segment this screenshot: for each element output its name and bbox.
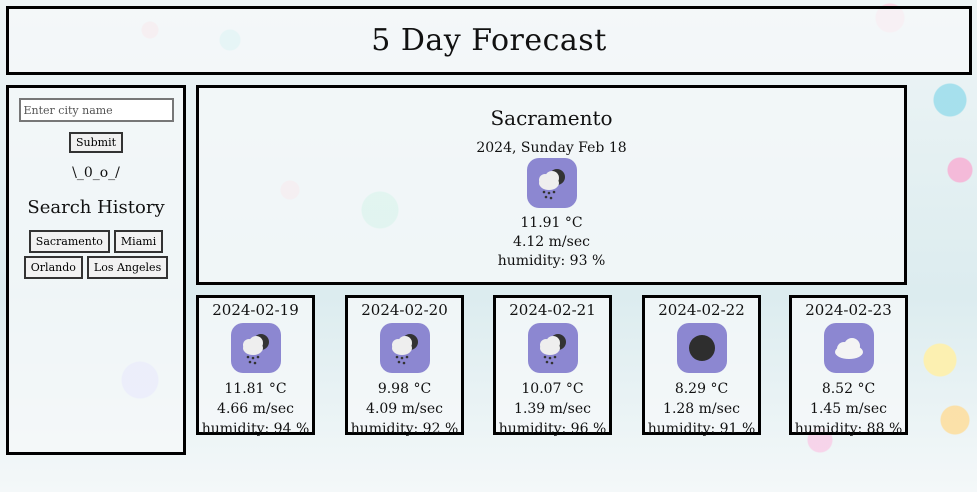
forecast-temperature: 11.81 °C: [224, 381, 287, 397]
page-title: 5 Day Forecast: [371, 23, 607, 58]
history-button-sacramento[interactable]: Sacramento: [28, 230, 110, 253]
forecast-temperature: 10.07 °C: [521, 381, 584, 397]
forecast-temperature: 8.29 °C: [674, 381, 729, 397]
forecast-wind: 1.39 m/sec: [514, 401, 591, 417]
city-search-input[interactable]: [18, 98, 174, 122]
forecast-date: 2024-02-20: [361, 301, 448, 319]
forecast-card: 2024-02-19 11.81 °C 4.66 m/sec humidity:…: [196, 295, 315, 437]
forecast-humidity: humidity: 94 %: [201, 421, 310, 437]
shrug-text: \_0_o_/: [72, 165, 120, 181]
current-date: 2024, Sunday Feb 18: [476, 140, 627, 156]
forecast-wind: 1.28 m/sec: [663, 401, 740, 417]
forecast-humidity: humidity: 91 %: [647, 421, 756, 437]
forecast-humidity: humidity: 92 %: [350, 421, 459, 437]
submit-button[interactable]: Submit: [68, 132, 124, 153]
forecast-wind: 4.09 m/sec: [366, 401, 443, 417]
forecast-humidity: humidity: 96 %: [498, 421, 607, 437]
forecast-wind: 1.45 m/sec: [810, 401, 887, 417]
search-history-title: Search History: [27, 197, 165, 218]
search-history-list: Sacramento Miami Orlando Los Angeles: [11, 230, 181, 279]
forecast-date: 2024-02-23: [805, 301, 892, 319]
current-temperature: 11.91 °C: [520, 215, 583, 231]
history-button-orlando[interactable]: Orlando: [23, 256, 83, 279]
current-city: Sacramento: [490, 106, 613, 130]
cloud-rain-icon: [379, 323, 430, 373]
forecast-temperature: 8.52 °C: [821, 381, 876, 397]
current-weather-card: Sacramento 2024, Sunday Feb 18 11.91 °C …: [196, 85, 907, 285]
cloud-rain-icon: [526, 158, 577, 208]
forecast-date: 2024-02-19: [212, 301, 299, 319]
forecast-card: 2024-02-23 8.52 °C 1.45 m/sec humidity: …: [789, 295, 908, 437]
forecast-humidity: humidity: 88 %: [794, 421, 903, 437]
dark-circle-icon: [676, 323, 727, 373]
history-button-miami[interactable]: Miami: [113, 230, 164, 253]
forecast-card: 2024-02-20 9.98 °C 4.09 m/sec humidity: …: [345, 295, 464, 437]
forecast-date: 2024-02-21: [509, 301, 596, 319]
header-banner: 5 Day Forecast: [6, 6, 972, 75]
cloud-rain-icon: [230, 323, 281, 373]
current-wind: 4.12 m/sec: [513, 234, 590, 250]
forecast-temperature: 9.98 °C: [377, 381, 432, 397]
cloud-rain-icon: [527, 323, 578, 373]
cloud-icon: [823, 323, 874, 373]
search-sidebar: Submit \_0_o_/ Search History Sacramento…: [6, 85, 186, 455]
forecast-wind: 4.66 m/sec: [217, 401, 294, 417]
current-humidity: humidity: 93 %: [497, 253, 606, 269]
forecast-card: 2024-02-22 8.29 °C 1.28 m/sec humidity: …: [642, 295, 761, 437]
history-button-los-angeles[interactable]: Los Angeles: [86, 256, 169, 279]
forecast-date: 2024-02-22: [658, 301, 745, 319]
forecast-card: 2024-02-21 10.07 °C 1.39 m/sec humidity:…: [493, 295, 612, 437]
